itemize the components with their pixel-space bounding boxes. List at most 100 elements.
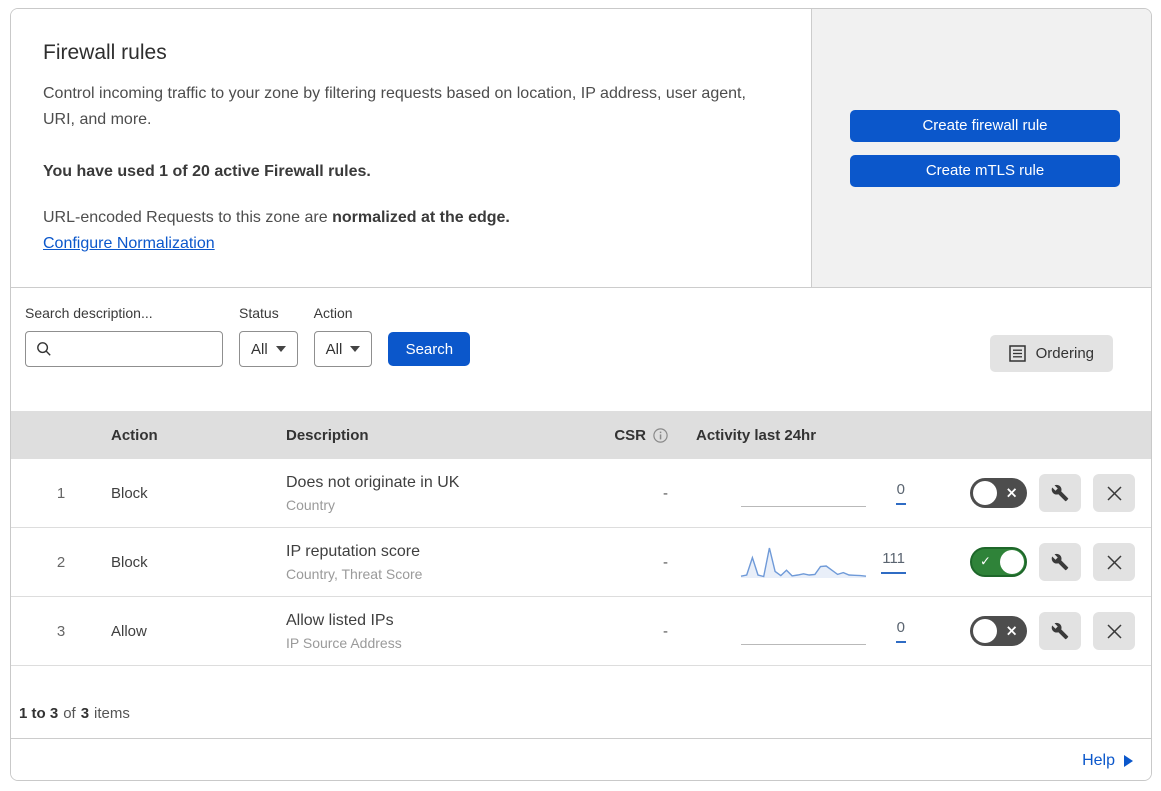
- help-bar: Help: [11, 738, 1151, 780]
- search-label: Search description...: [25, 305, 153, 321]
- delete-rule-button[interactable]: [1093, 612, 1135, 650]
- close-icon: [1106, 485, 1123, 502]
- toggle-knob: [973, 619, 997, 643]
- normalization-note: URL-encoded Requests to this zone are no…: [43, 209, 771, 227]
- create-firewall-rule-button[interactable]: Create firewall rule: [850, 109, 1120, 142]
- search-icon: [36, 341, 52, 357]
- rule-criteria: IP Source Address: [286, 634, 402, 651]
- rule-activity-cell: 0: [676, 597, 911, 665]
- close-icon: [1106, 623, 1123, 640]
- rule-criteria: Country: [286, 496, 336, 513]
- status-dropdown[interactable]: All: [239, 331, 298, 367]
- status-dropdown-value: All: [251, 340, 268, 358]
- ordering-button[interactable]: Ordering: [989, 335, 1113, 372]
- page-title: Firewall rules: [43, 41, 167, 64]
- action-dropdown[interactable]: All: [313, 331, 373, 367]
- header-text-column: Firewall rules Control incoming traffic …: [11, 9, 811, 287]
- toggle-knob: [973, 481, 997, 505]
- edit-rule-button[interactable]: [1039, 543, 1081, 581]
- rule-priority: 3: [56, 622, 66, 640]
- configure-normalization-link[interactable]: Configure Normalization: [43, 235, 215, 253]
- toggle-state-icon: ×: [1005, 621, 1018, 640]
- table-pagination-summary: 1 to 3 of 3 items: [11, 666, 1151, 738]
- header-section: Firewall rules Control incoming traffic …: [11, 9, 1151, 288]
- wrench-icon: [1051, 484, 1069, 502]
- action-filter-group: Action All: [313, 305, 373, 367]
- rule-description: IP reputation score: [286, 542, 421, 560]
- table-header-row: Action Description CSR Activity last 24h…: [11, 411, 1151, 459]
- edit-rule-button[interactable]: [1039, 612, 1081, 650]
- rule-activity-cell: 0: [676, 459, 911, 527]
- rule-priority: 2: [56, 553, 66, 571]
- ordering-icon: [1008, 345, 1026, 362]
- activity-count-link[interactable]: 111: [881, 550, 906, 574]
- rule-csr-value: -: [663, 553, 668, 571]
- activity-flatline: [741, 506, 866, 507]
- rule-action: Block: [111, 553, 148, 571]
- rule-controls: ×: [911, 612, 1151, 650]
- rule-action: Allow: [111, 622, 147, 640]
- filter-bar: Search description... Status All Action …: [11, 288, 1151, 411]
- chevron-down-icon: [275, 346, 286, 352]
- rule-description-cell: Does not originate in UK Country: [286, 474, 576, 513]
- rule-description-cell: IP reputation score Country, Threat Scor…: [286, 543, 576, 582]
- search-input-wrapper[interactable]: [25, 331, 223, 367]
- rule-enabled-toggle[interactable]: ×: [970, 616, 1027, 646]
- rule-action: Block: [111, 484, 148, 502]
- search-group: Search description...: [25, 305, 223, 367]
- rule-controls: ✓: [911, 543, 1151, 581]
- pagination-of: of: [63, 705, 76, 722]
- toggle-state-icon: ×: [1005, 483, 1018, 502]
- column-header-activity: Activity last 24hr: [696, 426, 817, 444]
- rule-description: Allow listed IPs: [286, 611, 394, 629]
- action-dropdown-value: All: [325, 340, 343, 358]
- rule-enabled-toggle[interactable]: ×: [970, 478, 1027, 508]
- rule-description: Does not originate in UK: [286, 473, 460, 491]
- toggle-state-icon: ✓: [980, 554, 991, 570]
- help-link[interactable]: Help: [1082, 752, 1133, 770]
- wrench-icon: [1051, 553, 1069, 571]
- info-icon[interactable]: [653, 427, 668, 443]
- rule-enabled-toggle[interactable]: ✓: [970, 547, 1027, 577]
- rule-controls: ×: [911, 474, 1151, 512]
- pagination-total: 3: [80, 705, 90, 722]
- rule-criteria: Country, Threat Score: [286, 565, 423, 582]
- help-link-label: Help: [1082, 751, 1115, 769]
- search-button[interactable]: Search: [388, 332, 471, 366]
- chevron-down-icon: [350, 346, 361, 352]
- table-row: 3 Allow Allow listed IPs IP Source Addre…: [11, 597, 1151, 666]
- normalization-bold: normalized at the edge.: [332, 209, 510, 226]
- rule-description-cell: Allow listed IPs IP Source Address: [286, 612, 576, 651]
- column-header-description: Description: [286, 426, 369, 444]
- ordering-button-label: Ordering: [1035, 345, 1094, 362]
- toggle-knob: [1000, 550, 1024, 574]
- table-row: 2 Block IP reputation score Country, Thr…: [11, 528, 1151, 597]
- rule-csr-value: -: [663, 484, 668, 502]
- status-label: Status: [239, 305, 279, 321]
- wrench-icon: [1051, 622, 1069, 640]
- help-arrow-icon: [1124, 754, 1133, 767]
- activity-sparkline: [740, 542, 867, 582]
- delete-rule-button[interactable]: [1093, 474, 1135, 512]
- rule-activity-cell: 111: [676, 528, 911, 596]
- header-actions-panel: Create firewall rule Create mTLS rule: [811, 9, 1151, 287]
- pagination-items-label: items: [94, 705, 130, 722]
- activity-flatline: [741, 644, 866, 645]
- usage-summary: You have used 1 of 20 active Firewall ru…: [43, 163, 371, 180]
- close-icon: [1106, 554, 1123, 571]
- pagination-range: 1 to 3: [19, 705, 59, 722]
- table-row: 1 Block Does not originate in UK Country…: [11, 459, 1151, 528]
- activity-count-link[interactable]: 0: [895, 619, 906, 643]
- column-header-action: Action: [111, 426, 158, 444]
- column-header-csr: CSR: [576, 427, 676, 444]
- create-mtls-rule-button[interactable]: Create mTLS rule: [850, 154, 1120, 187]
- activity-count-link[interactable]: 0: [895, 481, 906, 505]
- rule-csr-value: -: [663, 622, 668, 640]
- action-label: Action: [313, 305, 353, 321]
- delete-rule-button[interactable]: [1093, 543, 1135, 581]
- normalization-prefix: URL-encoded Requests to this zone are: [43, 209, 333, 226]
- edit-rule-button[interactable]: [1039, 474, 1081, 512]
- status-filter-group: Status All: [239, 305, 298, 367]
- csr-header-label: CSR: [614, 426, 646, 444]
- search-input[interactable]: [60, 339, 212, 359]
